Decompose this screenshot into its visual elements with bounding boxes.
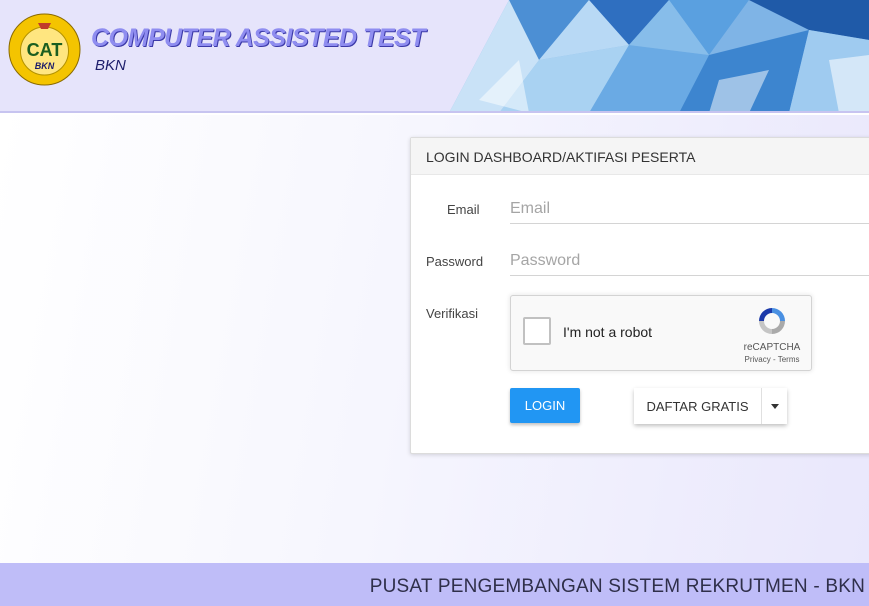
caret-down-icon [770, 403, 779, 409]
verification-label: Verifikasi [426, 306, 479, 321]
recaptcha-checkbox[interactable] [523, 317, 551, 345]
cat-bkn-logo: CAT BKN [8, 13, 81, 86]
app-title: COMPUTER ASSISTED TEST [91, 24, 425, 52]
login-card: LOGIN DASHBOARD/AKTIFASI PESERTA Email P… [410, 137, 869, 454]
header-pattern [450, 0, 869, 111]
footer: PUSAT PENGEMBANGAN SISTEM REKRUTMEN - BK… [0, 563, 869, 606]
svg-text:BKN: BKN [35, 61, 55, 71]
register-dropdown-toggle[interactable] [762, 388, 787, 424]
recaptcha-privacy-terms[interactable]: Privacy - Terms [737, 355, 807, 364]
app-subtitle: BKN [95, 57, 126, 74]
login-card-title: LOGIN DASHBOARD/AKTIFASI PESERTA [411, 138, 869, 175]
recaptcha-brand: reCAPTCHA [743, 342, 801, 353]
email-label: Email [447, 202, 480, 217]
password-label: Password [426, 254, 484, 269]
register-button-group: DAFTAR GRATIS [634, 388, 787, 424]
footer-text: PUSAT PENGEMBANGAN SISTEM REKRUTMEN - BK… [369, 576, 865, 597]
email-input[interactable] [510, 194, 869, 224]
recaptcha-widget: I'm not a robot reCAPTCHA Privacy - Term… [510, 295, 812, 371]
header: CAT BKN COMPUTER ASSISTED TEST BKN [0, 0, 869, 113]
svg-text:CAT: CAT [27, 40, 63, 60]
login-button[interactable]: LOGIN [510, 388, 580, 423]
register-button[interactable]: DAFTAR GRATIS [634, 388, 762, 424]
recaptcha-text: I'm not a robot [563, 324, 653, 340]
password-input[interactable] [510, 246, 869, 276]
recaptcha-icon [759, 308, 785, 334]
